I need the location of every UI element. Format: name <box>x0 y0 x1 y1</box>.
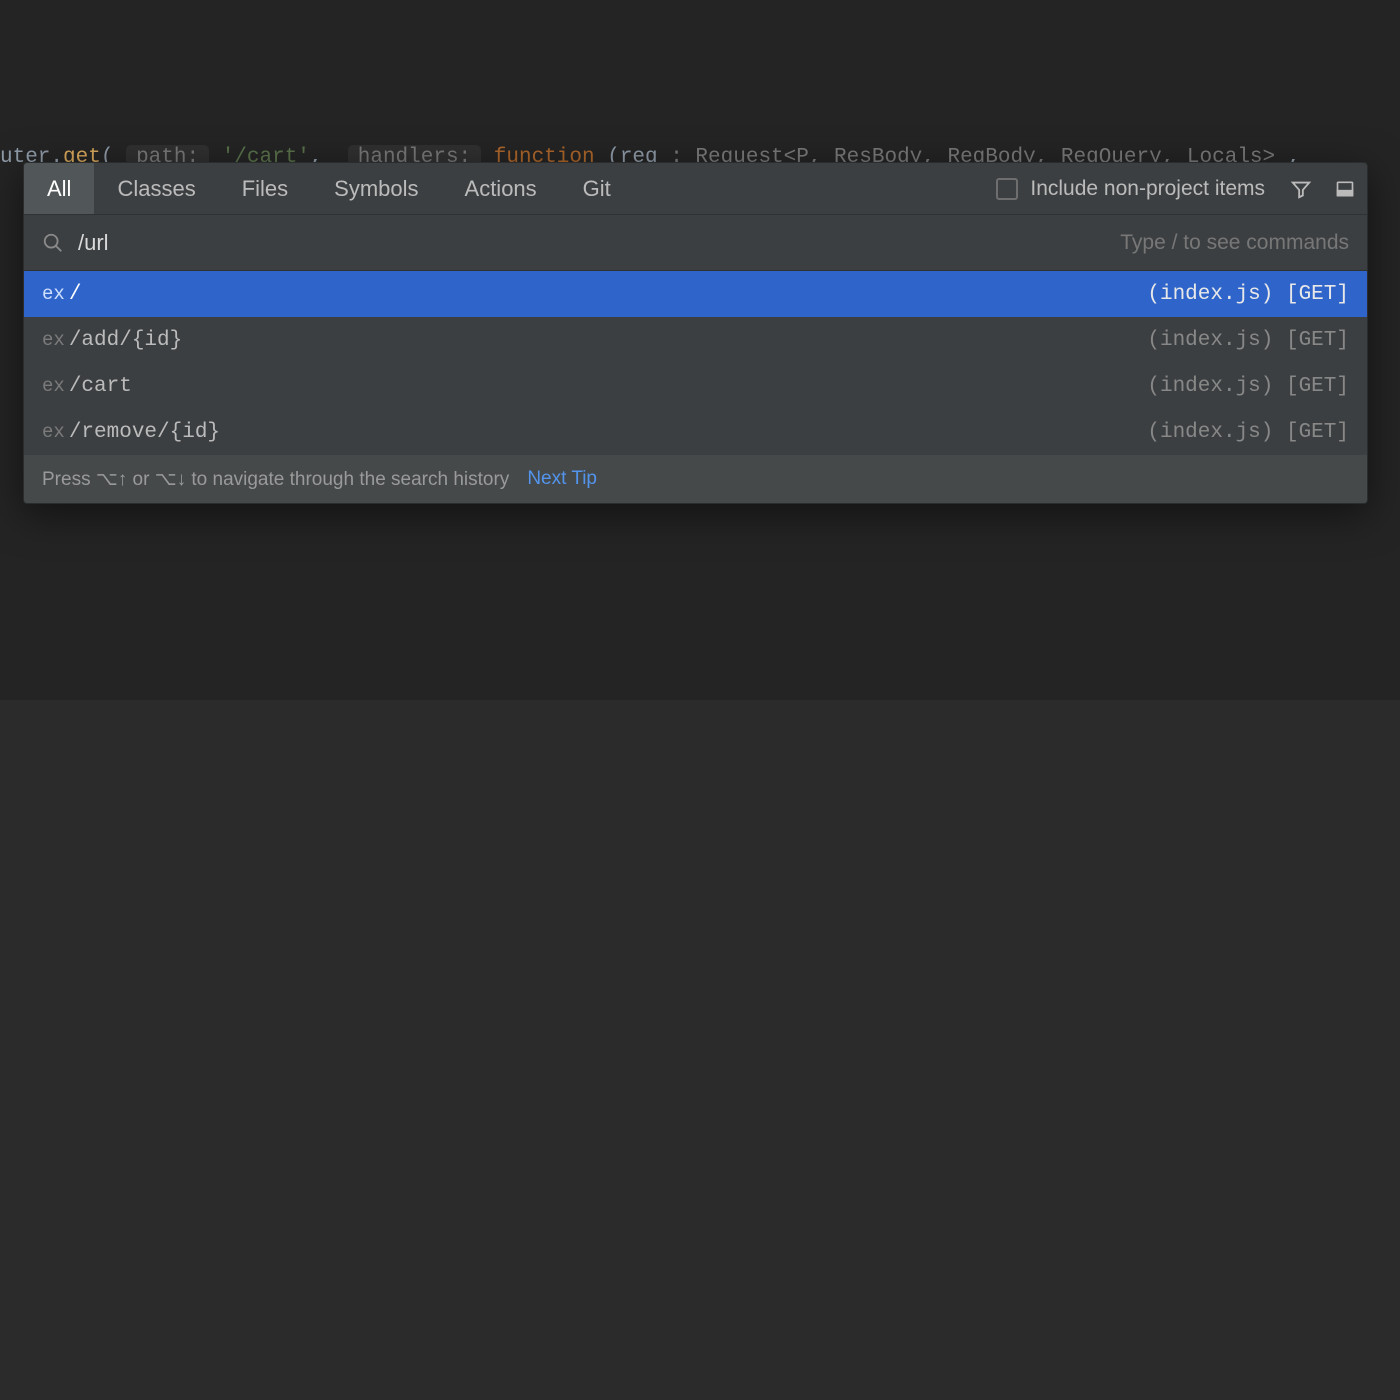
next-tip-link[interactable]: Next Tip <box>527 468 597 490</box>
result-type-icon: ex <box>42 375 65 397</box>
tab-all[interactable]: All <box>24 163 94 214</box>
result-meta: (index.js) [GET] <box>1147 283 1349 306</box>
result-meta: (index.js) [GET] <box>1147 375 1349 398</box>
tip-text: Press ⌥↑ or ⌥↓ to navigate through the s… <box>42 468 509 491</box>
result-item[interactable]: ex /add/{id} (index.js) [GET] <box>24 317 1367 363</box>
tab-files[interactable]: Files <box>219 163 311 214</box>
result-type-icon: ex <box>42 421 65 443</box>
result-item[interactable]: ex /cart (index.js) [GET] <box>24 363 1367 409</box>
search-input[interactable] <box>78 230 1120 256</box>
search-row: Type / to see commands <box>24 215 1367 271</box>
tab-classes[interactable]: Classes <box>94 163 218 214</box>
tab-symbols[interactable]: Symbols <box>311 163 441 214</box>
result-item[interactable]: ex / (index.js) [GET] <box>24 271 1367 317</box>
result-meta: (index.js) [GET] <box>1147 421 1349 444</box>
open-in-tool-window-button[interactable] <box>1329 173 1361 205</box>
tab-actions[interactable]: Actions <box>442 163 560 214</box>
checkbox-icon <box>996 178 1018 200</box>
result-type-icon: ex <box>42 283 65 305</box>
search-hint: Type / to see commands <box>1120 231 1349 255</box>
tab-git[interactable]: Git <box>560 163 634 214</box>
results-list: ex / (index.js) [GET] ex /add/{id} (inde… <box>24 271 1367 455</box>
include-nonproject-label: Include non-project items <box>1030 177 1265 201</box>
search-icon <box>42 232 64 254</box>
result-meta: (index.js) [GET] <box>1147 329 1349 352</box>
filter-button[interactable] <box>1285 173 1317 205</box>
filter-icon <box>1290 178 1312 200</box>
result-item[interactable]: ex /remove/{id} (index.js) [GET] <box>24 409 1367 455</box>
result-path: /remove/{id} <box>69 421 220 444</box>
window-icon <box>1335 179 1355 199</box>
result-type-icon: ex <box>42 329 65 351</box>
search-everywhere-popup: All Classes Files Symbols Actions Git In… <box>23 162 1368 504</box>
tip-bar: Press ⌥↑ or ⌥↓ to navigate through the s… <box>24 455 1367 503</box>
include-nonproject-checkbox[interactable]: Include non-project items <box>996 177 1279 201</box>
result-path: /add/{id} <box>69 329 182 352</box>
result-path: / <box>69 283 82 306</box>
result-path: /cart <box>69 375 132 398</box>
search-tabs: All Classes Files Symbols Actions Git In… <box>24 163 1367 215</box>
